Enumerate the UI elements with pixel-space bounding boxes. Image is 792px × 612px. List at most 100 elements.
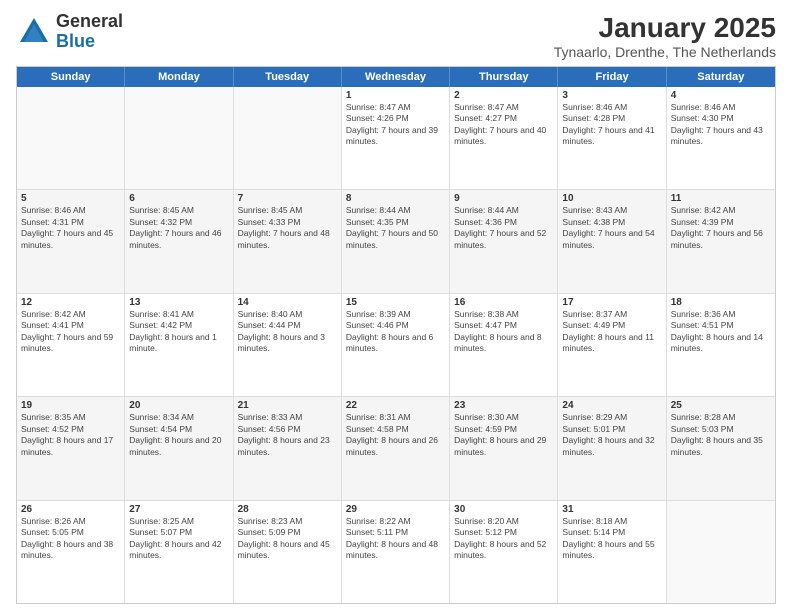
calendar-cell: 16Sunrise: 8:38 AMSunset: 4:47 PMDayligh… [450, 294, 558, 396]
calendar-cell [667, 501, 775, 603]
day-number: 18 [671, 297, 771, 308]
weekday-header: Thursday [450, 67, 558, 87]
cell-details: Sunrise: 8:40 AMSunset: 4:44 PMDaylight:… [238, 309, 337, 355]
day-number: 4 [671, 90, 771, 101]
logo-text: General Blue [56, 12, 123, 52]
page: General Blue January 2025 Tynaarlo, Dren… [0, 0, 792, 612]
day-number: 29 [346, 504, 445, 515]
cell-details: Sunrise: 8:44 AMSunset: 4:36 PMDaylight:… [454, 205, 553, 251]
calendar-row: 5Sunrise: 8:46 AMSunset: 4:31 PMDaylight… [17, 190, 775, 293]
calendar-cell: 4Sunrise: 8:46 AMSunset: 4:30 PMDaylight… [667, 87, 775, 189]
cell-details: Sunrise: 8:42 AMSunset: 4:39 PMDaylight:… [671, 205, 771, 251]
calendar-body: 1Sunrise: 8:47 AMSunset: 4:26 PMDaylight… [17, 87, 775, 603]
day-number: 17 [562, 297, 661, 308]
cell-details: Sunrise: 8:35 AMSunset: 4:52 PMDaylight:… [21, 412, 120, 458]
header: General Blue January 2025 Tynaarlo, Dren… [16, 12, 776, 60]
day-number: 24 [562, 400, 661, 411]
calendar-cell: 2Sunrise: 8:47 AMSunset: 4:27 PMDaylight… [450, 87, 558, 189]
calendar-cell [125, 87, 233, 189]
cell-details: Sunrise: 8:43 AMSunset: 4:38 PMDaylight:… [562, 205, 661, 251]
day-number: 25 [671, 400, 771, 411]
day-number: 9 [454, 193, 553, 204]
calendar-cell: 6Sunrise: 8:45 AMSunset: 4:32 PMDaylight… [125, 190, 233, 292]
cell-details: Sunrise: 8:41 AMSunset: 4:42 PMDaylight:… [129, 309, 228, 355]
calendar-row: 1Sunrise: 8:47 AMSunset: 4:26 PMDaylight… [17, 87, 775, 190]
day-number: 1 [346, 90, 445, 101]
calendar-row: 12Sunrise: 8:42 AMSunset: 4:41 PMDayligh… [17, 294, 775, 397]
day-number: 20 [129, 400, 228, 411]
day-number: 5 [21, 193, 120, 204]
cell-details: Sunrise: 8:45 AMSunset: 4:32 PMDaylight:… [129, 205, 228, 251]
day-number: 22 [346, 400, 445, 411]
cell-details: Sunrise: 8:25 AMSunset: 5:07 PMDaylight:… [129, 516, 228, 562]
cell-details: Sunrise: 8:46 AMSunset: 4:30 PMDaylight:… [671, 102, 771, 148]
calendar: SundayMondayTuesdayWednesdayThursdayFrid… [16, 66, 776, 604]
day-number: 3 [562, 90, 661, 101]
cell-details: Sunrise: 8:23 AMSunset: 5:09 PMDaylight:… [238, 516, 337, 562]
calendar-cell: 1Sunrise: 8:47 AMSunset: 4:26 PMDaylight… [342, 87, 450, 189]
weekday-header: Sunday [17, 67, 125, 87]
calendar-cell: 5Sunrise: 8:46 AMSunset: 4:31 PMDaylight… [17, 190, 125, 292]
calendar-cell: 25Sunrise: 8:28 AMSunset: 5:03 PMDayligh… [667, 397, 775, 499]
calendar-cell: 31Sunrise: 8:18 AMSunset: 5:14 PMDayligh… [558, 501, 666, 603]
calendar-cell: 30Sunrise: 8:20 AMSunset: 5:12 PMDayligh… [450, 501, 558, 603]
logo: General Blue [16, 12, 123, 52]
cell-details: Sunrise: 8:42 AMSunset: 4:41 PMDaylight:… [21, 309, 120, 355]
calendar-cell: 19Sunrise: 8:35 AMSunset: 4:52 PMDayligh… [17, 397, 125, 499]
day-number: 23 [454, 400, 553, 411]
day-number: 26 [21, 504, 120, 515]
weekday-header: Tuesday [234, 67, 342, 87]
cell-details: Sunrise: 8:47 AMSunset: 4:27 PMDaylight:… [454, 102, 553, 148]
calendar-cell: 18Sunrise: 8:36 AMSunset: 4:51 PMDayligh… [667, 294, 775, 396]
cell-details: Sunrise: 8:44 AMSunset: 4:35 PMDaylight:… [346, 205, 445, 251]
calendar-cell: 8Sunrise: 8:44 AMSunset: 4:35 PMDaylight… [342, 190, 450, 292]
cell-details: Sunrise: 8:45 AMSunset: 4:33 PMDaylight:… [238, 205, 337, 251]
location-title: Tynaarlo, Drenthe, The Netherlands [554, 44, 776, 60]
day-number: 7 [238, 193, 337, 204]
cell-details: Sunrise: 8:36 AMSunset: 4:51 PMDaylight:… [671, 309, 771, 355]
calendar-cell: 24Sunrise: 8:29 AMSunset: 5:01 PMDayligh… [558, 397, 666, 499]
cell-details: Sunrise: 8:46 AMSunset: 4:31 PMDaylight:… [21, 205, 120, 251]
cell-details: Sunrise: 8:22 AMSunset: 5:11 PMDaylight:… [346, 516, 445, 562]
cell-details: Sunrise: 8:18 AMSunset: 5:14 PMDaylight:… [562, 516, 661, 562]
cell-details: Sunrise: 8:30 AMSunset: 4:59 PMDaylight:… [454, 412, 553, 458]
cell-details: Sunrise: 8:39 AMSunset: 4:46 PMDaylight:… [346, 309, 445, 355]
cell-details: Sunrise: 8:20 AMSunset: 5:12 PMDaylight:… [454, 516, 553, 562]
logo-blue: Blue [56, 32, 123, 52]
day-number: 19 [21, 400, 120, 411]
calendar-cell: 13Sunrise: 8:41 AMSunset: 4:42 PMDayligh… [125, 294, 233, 396]
logo-general: General [56, 12, 123, 32]
calendar-cell: 11Sunrise: 8:42 AMSunset: 4:39 PMDayligh… [667, 190, 775, 292]
day-number: 28 [238, 504, 337, 515]
day-number: 2 [454, 90, 553, 101]
calendar-header: SundayMondayTuesdayWednesdayThursdayFrid… [17, 67, 775, 87]
logo-icon [16, 14, 52, 50]
calendar-cell: 12Sunrise: 8:42 AMSunset: 4:41 PMDayligh… [17, 294, 125, 396]
calendar-cell [17, 87, 125, 189]
day-number: 31 [562, 504, 661, 515]
calendar-row: 26Sunrise: 8:26 AMSunset: 5:05 PMDayligh… [17, 501, 775, 603]
day-number: 6 [129, 193, 228, 204]
cell-details: Sunrise: 8:33 AMSunset: 4:56 PMDaylight:… [238, 412, 337, 458]
day-number: 21 [238, 400, 337, 411]
calendar-cell: 10Sunrise: 8:43 AMSunset: 4:38 PMDayligh… [558, 190, 666, 292]
calendar-row: 19Sunrise: 8:35 AMSunset: 4:52 PMDayligh… [17, 397, 775, 500]
calendar-cell: 3Sunrise: 8:46 AMSunset: 4:28 PMDaylight… [558, 87, 666, 189]
calendar-cell: 14Sunrise: 8:40 AMSunset: 4:44 PMDayligh… [234, 294, 342, 396]
calendar-cell: 23Sunrise: 8:30 AMSunset: 4:59 PMDayligh… [450, 397, 558, 499]
day-number: 16 [454, 297, 553, 308]
weekday-header: Monday [125, 67, 233, 87]
calendar-cell: 22Sunrise: 8:31 AMSunset: 4:58 PMDayligh… [342, 397, 450, 499]
cell-details: Sunrise: 8:46 AMSunset: 4:28 PMDaylight:… [562, 102, 661, 148]
cell-details: Sunrise: 8:29 AMSunset: 5:01 PMDaylight:… [562, 412, 661, 458]
calendar-cell: 20Sunrise: 8:34 AMSunset: 4:54 PMDayligh… [125, 397, 233, 499]
calendar-cell: 15Sunrise: 8:39 AMSunset: 4:46 PMDayligh… [342, 294, 450, 396]
day-number: 30 [454, 504, 553, 515]
calendar-cell: 28Sunrise: 8:23 AMSunset: 5:09 PMDayligh… [234, 501, 342, 603]
day-number: 13 [129, 297, 228, 308]
weekday-header: Saturday [667, 67, 775, 87]
day-number: 15 [346, 297, 445, 308]
calendar-cell: 17Sunrise: 8:37 AMSunset: 4:49 PMDayligh… [558, 294, 666, 396]
calendar-cell: 27Sunrise: 8:25 AMSunset: 5:07 PMDayligh… [125, 501, 233, 603]
month-title: January 2025 [554, 12, 776, 44]
